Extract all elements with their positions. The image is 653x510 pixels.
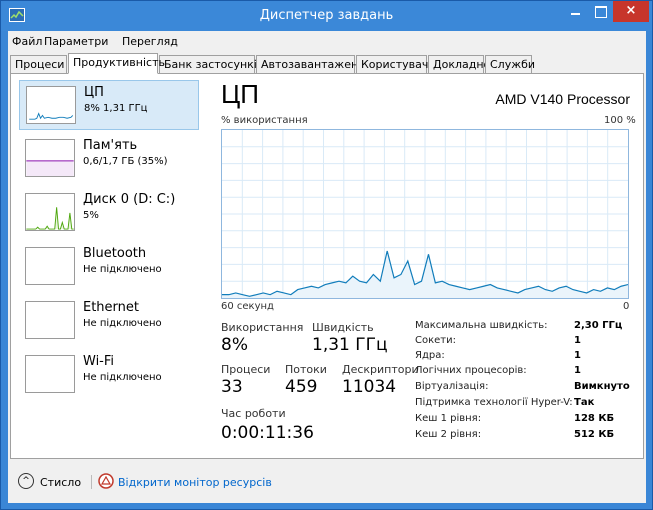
usage-axis-label: % використання [221,115,308,126]
memory-thumbnail [25,139,75,177]
sidebar-item-value: 0,6/1,7 ГБ (35%) [83,156,168,167]
menu-view[interactable]: Перегляд [122,35,178,48]
resource-monitor-icon[interactable] [98,473,114,489]
detail-key: Кеш 1 рівня: [415,413,482,424]
tab-performance[interactable]: Продуктивність [68,53,165,74]
minimize-button[interactable] [563,1,587,22]
detail-key: Ядра: [415,350,445,361]
cpu-usage-graph [221,129,629,299]
menu-bar: Файл Параметри Перегляд [8,31,646,51]
open-resource-monitor-link[interactable]: Відкрити монітор ресурсів [118,476,272,489]
wifi-thumbnail [25,355,75,393]
threads-value: 459 [285,377,318,397]
handles-label: Дескриптори [342,363,419,376]
close-icon: × [625,3,637,18]
detail-value: Так [574,397,595,408]
tab-strip: Процеси Продуктивність Банк застосунків … [10,53,644,75]
sidebar-item-label: Диск 0 (D: C:) [83,192,176,207]
sidebar-item-label: Bluetooth [83,246,147,261]
sidebar-item-value: Не підключено [83,264,162,275]
task-manager-window: Диспетчер завдань × Файл Параметри Перег… [0,0,653,510]
sidebar-item-bluetooth[interactable]: Bluetooth Не підключено [19,242,199,292]
time-left-label: 60 секунд [221,301,274,312]
close-button[interactable]: × [613,1,649,22]
maximize-button[interactable] [588,1,612,22]
tab-app-history[interactable]: Банк застосунків [159,55,263,74]
window-title: Диспетчер завдань [259,8,394,23]
time-right-label: 0 [623,301,630,312]
sidebar-item-label: Wi-Fi [83,354,115,369]
detail-value: 512 КБ [574,429,615,440]
sidebar-item-ethernet[interactable]: Ethernet Не підключено [19,296,199,346]
uptime-value: 0:00:11:36 [221,423,314,443]
tab-processes[interactable]: Процеси [10,55,67,74]
threads-label: Потоки [285,363,327,376]
ethernet-thumbnail [25,301,75,339]
menu-file[interactable]: Файл [12,35,42,48]
divider [91,475,92,489]
chevron-up-icon[interactable]: ^ [18,473,34,489]
detail-value: 128 КБ [574,413,615,424]
fewer-details-button[interactable]: Стисло [40,476,81,489]
menu-options[interactable]: Параметри [44,35,108,48]
sidebar-item-label: ЦП [84,85,104,100]
processor-name: AMD V140 Processor [495,91,630,107]
tab-services[interactable]: Служби [485,55,535,74]
tab-startup[interactable]: Автозавантаження [256,55,372,74]
uptime-label: Час роботи [221,407,286,420]
tab-details[interactable]: Докладно [428,55,490,74]
sidebar-item-value: 5% [83,210,99,221]
processes-value: 33 [221,377,243,397]
detail-key: Віртуалізація: [415,381,489,392]
sidebar-item-cpu[interactable]: ЦП 8% 1,31 ГГц [19,80,199,130]
cpu-thumbnail [26,86,76,124]
footer: ^ Стисло Відкрити монітор ресурсів [8,461,646,503]
sidebar-item-value: Не підключено [83,318,162,329]
sidebar-item-label: Пам'ять [83,138,138,153]
sidebar-item-disk[interactable]: Диск 0 (D: C:) 5% [19,188,199,238]
bluetooth-thumbnail [25,247,75,285]
disk-thumbnail [25,193,75,231]
sidebar-item-memory[interactable]: Пам'ять 0,6/1,7 ГБ (35%) [19,134,199,184]
tab-users[interactable]: Користувачі [356,55,431,74]
detail-key: Максимальна швидкість: [415,320,548,331]
sidebar-item-value: Не підключено [83,372,162,383]
page-title: ЦП [221,79,259,109]
detail-value: 1 [574,350,581,361]
usage-value: 8% [221,335,248,355]
detail-value: 2,30 ГГц [574,320,623,331]
sidebar-item-wifi[interactable]: Wi-Fi Не підключено [19,350,199,400]
detail-value: 1 [574,365,581,376]
processes-label: Процеси [221,363,271,376]
detail-key: Підтримка технології Hyper-V: [415,397,573,408]
handles-value: 11034 [342,377,397,397]
client-area: Файл Параметри Перегляд Процеси Продукти… [8,31,646,503]
sidebar-item-value: 8% 1,31 ГГц [84,103,148,114]
detail-key: Сокети: [415,335,456,346]
usage-label: Використання [221,321,304,334]
speed-value: 1,31 ГГц [312,335,388,355]
speed-label: Швидкість [312,321,374,334]
detail-value: 1 [574,335,581,346]
sidebar-item-label: Ethernet [83,300,139,315]
detail-value: Вимкнуто [574,381,630,392]
usage-max-label: 100 % [604,115,636,126]
title-bar[interactable]: Диспетчер завдань × [1,1,652,31]
detail-key: Логічних процесорів: [415,365,527,376]
detail-key: Кеш 2 рівня: [415,429,482,440]
